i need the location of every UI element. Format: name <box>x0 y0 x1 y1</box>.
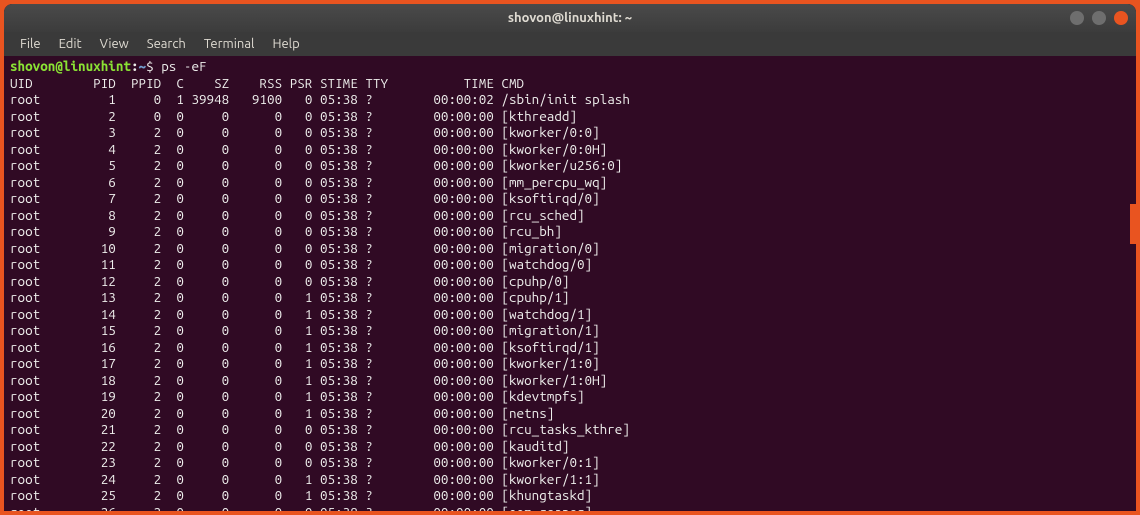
terminal-window: shovon@linuxhint: ~ File Edit View Searc… <box>4 4 1136 511</box>
prompt-user-host: shovon@linuxhint <box>10 58 131 74</box>
ps-row: root 19 2 0 0 0 1 05:38 ? 00:00:00 [kdev… <box>10 388 585 404</box>
maximize-icon[interactable] <box>1092 11 1106 25</box>
prompt-colon: : <box>131 58 139 74</box>
ps-row: root 25 2 0 0 0 1 05:38 ? 00:00:00 [khun… <box>10 487 592 503</box>
menu-edit[interactable]: Edit <box>51 35 90 53</box>
ps-row: root 5 2 0 0 0 0 05:38 ? 00:00:00 [kwork… <box>10 157 622 173</box>
ps-row: root 18 2 0 0 0 1 05:38 ? 00:00:00 [kwor… <box>10 372 607 388</box>
menu-help[interactable]: Help <box>264 35 307 53</box>
ps-row: root 8 2 0 0 0 0 05:38 ? 00:00:00 [rcu_s… <box>10 207 585 223</box>
command-text: ps -eF <box>161 58 206 74</box>
ps-row: root 10 2 0 0 0 0 05:38 ? 00:00:00 [migr… <box>10 240 600 256</box>
menu-view[interactable]: View <box>92 35 137 53</box>
menu-terminal[interactable]: Terminal <box>196 35 263 53</box>
ps-row: root 23 2 0 0 0 0 05:38 ? 00:00:00 [kwor… <box>10 454 600 470</box>
ps-row: root 2 0 0 0 0 0 05:38 ? 00:00:00 [kthre… <box>10 108 577 124</box>
ps-row: root 11 2 0 0 0 0 05:38 ? 00:00:00 [watc… <box>10 256 592 272</box>
ps-row: root 24 2 0 0 0 1 05:38 ? 00:00:00 [kwor… <box>10 471 600 487</box>
ps-row: root 13 2 0 0 0 1 05:38 ? 00:00:00 [cpuh… <box>10 289 569 305</box>
ps-header-row: UID PID PPID C SZ RSS PSR STIME TTY TIME… <box>10 75 524 91</box>
close-icon[interactable] <box>1114 11 1128 25</box>
ps-row: root 4 2 0 0 0 0 05:38 ? 00:00:00 [kwork… <box>10 141 607 157</box>
ps-row: root 1 0 1 39948 9100 0 05:38 ? 00:00:02… <box>10 91 630 107</box>
ps-row: root 21 2 0 0 0 0 05:38 ? 00:00:00 [rcu_… <box>10 421 630 437</box>
ps-row: root 6 2 0 0 0 0 05:38 ? 00:00:00 [mm_pe… <box>10 174 607 190</box>
minimize-icon[interactable] <box>1070 11 1084 25</box>
scrollbar-thumb[interactable] <box>1130 204 1136 244</box>
ps-row: root 12 2 0 0 0 0 05:38 ? 00:00:00 [cpuh… <box>10 273 569 289</box>
ps-row: root 26 2 0 0 0 0 05:38 ? 00:00:00 [oom_… <box>10 504 592 512</box>
window-title: shovon@linuxhint: ~ <box>508 11 632 25</box>
ps-row: root 20 2 0 0 0 1 05:38 ? 00:00:00 [netn… <box>10 405 554 421</box>
menu-bar: File Edit View Search Terminal Help <box>4 32 1136 56</box>
prompt-path: ~ <box>139 58 147 74</box>
ps-row: root 16 2 0 0 0 1 05:38 ? 00:00:00 [ksof… <box>10 339 600 355</box>
ps-row: root 17 2 0 0 0 1 05:38 ? 00:00:00 [kwor… <box>10 355 600 371</box>
terminal-body[interactable]: shovon@linuxhint:~$ ps -eF UID PID PPID … <box>4 56 1136 511</box>
title-bar[interactable]: shovon@linuxhint: ~ <box>4 4 1136 32</box>
ps-row: root 7 2 0 0 0 0 05:38 ? 00:00:00 [ksoft… <box>10 190 600 206</box>
ps-row: root 14 2 0 0 0 1 05:38 ? 00:00:00 [watc… <box>10 306 592 322</box>
ps-row: root 3 2 0 0 0 0 05:38 ? 00:00:00 [kwork… <box>10 124 600 140</box>
menu-search[interactable]: Search <box>139 35 194 53</box>
window-controls <box>1070 11 1128 25</box>
menu-file[interactable]: File <box>12 35 49 53</box>
prompt-dollar: $ <box>146 58 161 74</box>
ps-row: root 9 2 0 0 0 0 05:38 ? 00:00:00 [rcu_b… <box>10 223 562 239</box>
ps-row: root 22 2 0 0 0 0 05:38 ? 00:00:00 [kaud… <box>10 438 569 454</box>
ps-row: root 15 2 0 0 0 1 05:38 ? 00:00:00 [migr… <box>10 322 600 338</box>
